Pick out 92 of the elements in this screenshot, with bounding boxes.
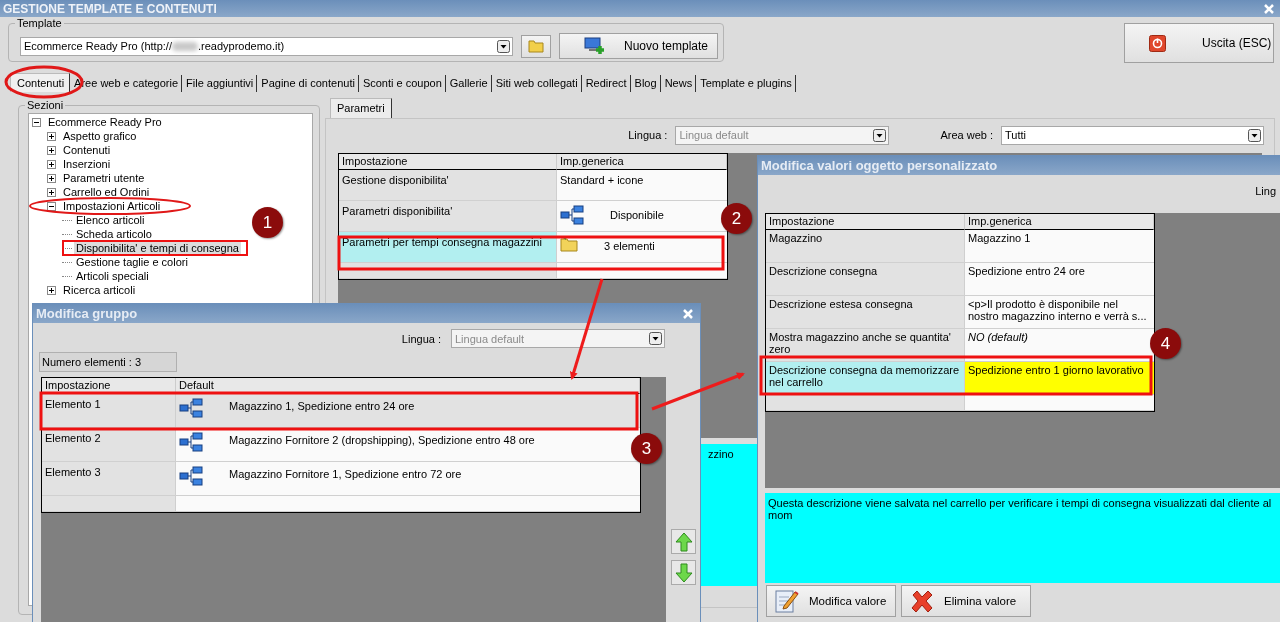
expand-icon[interactable] — [47, 145, 56, 155]
tree-item[interactable]: Gestione taglie e colori — [74, 255, 190, 269]
collapse-icon[interactable] — [32, 117, 41, 127]
new-template-button[interactable]: Nuovo template — [559, 33, 718, 59]
tab[interactable]: File aggiuntivi — [182, 75, 258, 92]
folder-icon — [528, 39, 544, 53]
expand-icon[interactable] — [47, 131, 56, 141]
blurred-text — [171, 41, 198, 51]
exit-button[interactable]: Uscita (ESC) — [1124, 23, 1274, 63]
caret-icon — [1248, 128, 1261, 142]
folder-icon — [560, 236, 578, 252]
table-cell: <p>Il prodotto è disponibile nel nostro magazzino interno e verrà s... — [965, 296, 1154, 329]
caret-icon — [873, 128, 887, 142]
table-cell: Descrizione consegna — [766, 263, 965, 296]
expand-icon[interactable] — [47, 173, 56, 183]
hierarchy-icon — [179, 398, 203, 418]
template-dropdown[interactable]: Ecommerce Ready Pro (http:// .readyprodemo.it) — [20, 36, 513, 56]
table-cell: Magazzino 1, Spedizione entro 24 ore — [176, 394, 640, 428]
table-cell: Magazzino — [766, 230, 965, 263]
caret-icon — [497, 39, 510, 53]
column-header: Imp.generica — [965, 214, 1154, 230]
hierarchy-icon — [179, 466, 203, 486]
table-cell: Spedizione entro 24 ore — [965, 263, 1154, 296]
tree-item[interactable]: Aspetto grafico — [61, 129, 139, 143]
edit-button[interactable]: Modifica valore — [766, 585, 896, 617]
table-cell: NO (default) — [965, 329, 1154, 362]
table-cell: Standard + icone — [557, 170, 727, 201]
table-cell: Elemento 1 — [42, 394, 176, 428]
expand-icon[interactable] — [47, 187, 56, 197]
dialog-title: Modifica valori oggetto personalizzato — [761, 158, 998, 173]
arrow-down-icon — [674, 562, 693, 583]
tree-item[interactable]: Contenuti — [61, 143, 113, 157]
tree-item[interactable]: Carrello ed Ordini — [61, 185, 152, 199]
expand-icon[interactable] — [47, 285, 56, 295]
tab[interactable]: Siti web collegati — [491, 75, 582, 92]
table-cell: Descrizione consegna da memorizzare nel carrello — [766, 362, 965, 395]
tree-item[interactable]: Articoli speciali — [74, 269, 151, 283]
area-dropdown[interactable]: Tutti — [1001, 125, 1264, 145]
dialog-title: Modifica gruppo — [36, 306, 138, 321]
table-cell: Spedizione entro 1 giorno lavorativo — [965, 362, 1154, 395]
close-icon[interactable] — [682, 307, 694, 320]
table-cell: Elemento 3 — [42, 462, 176, 496]
close-icon[interactable] — [1262, 1, 1276, 16]
column-header: Impostazione — [339, 154, 557, 170]
collapse-icon[interactable] — [47, 201, 56, 211]
tree-item[interactable]: Scheda articolo — [74, 227, 154, 241]
tab[interactable]: News — [660, 75, 697, 92]
area-label: Area web : — [940, 129, 993, 141]
language-label: Lingua : — [628, 129, 668, 141]
table-cell: Parametri disponibilita' — [339, 201, 557, 232]
table-cell: Gestione disponibilita' — [339, 170, 557, 201]
table-cell: Disponibile — [557, 201, 727, 232]
cross-icon — [910, 589, 934, 613]
column-header: Impostazione — [766, 214, 965, 230]
group-label: Template — [15, 17, 64, 29]
language-label: Lingua : — [401, 332, 441, 345]
arrow-up-icon — [674, 531, 693, 552]
tree-item[interactable]: Parametri utente — [61, 171, 147, 185]
element-count: Numero elementi : 3 — [39, 352, 177, 372]
caret-icon — [649, 332, 662, 345]
move-up-button[interactable] — [671, 529, 696, 554]
power-icon — [1149, 34, 1166, 52]
monitor-plus-icon — [584, 37, 606, 55]
column-header: Imp.generica — [557, 154, 727, 170]
tab[interactable]: Sconti e coupon — [358, 75, 446, 92]
expand-icon[interactable] — [47, 159, 56, 169]
table-cell: Mostra magazzino anche se quantita' zero — [766, 329, 965, 362]
tab[interactable]: Gallerie — [445, 75, 492, 92]
tab[interactable]: Pagine di contenuti — [257, 75, 359, 92]
window-title: GESTIONE TEMPLATE E CONTENUTI — [3, 1, 217, 16]
delete-button[interactable]: Elimina valore — [901, 585, 1031, 617]
tree-item[interactable]: Impostazioni Articoli — [61, 199, 163, 213]
table-cell: Magazzino Fornitore 1, Spedizione entro 72 ore — [176, 462, 640, 496]
language-label: Ling — [1255, 185, 1276, 199]
hierarchy-icon — [179, 432, 203, 452]
tab[interactable]: Contenuti — [10, 73, 71, 92]
pencil-document-icon — [775, 588, 799, 614]
tree-item[interactable]: Elenco articoli — [74, 213, 147, 227]
hierarchy-icon — [560, 205, 584, 225]
description-text: Questa descrizione viene salvata nel carrello per verificare i tempi di consegna visualizzati dal cliente al mom — [768, 497, 1272, 521]
move-down-button[interactable] — [671, 560, 696, 585]
tab[interactable]: Redirect — [581, 75, 631, 92]
tree-item[interactable]: Ecommerce Ready Pro — [46, 115, 164, 129]
table-cell: Descrizione estesa consegna — [766, 296, 965, 329]
tree-item[interactable]: Inserzioni — [61, 157, 113, 171]
tree-item[interactable]: Ricerca articoli — [61, 283, 138, 297]
group-label: Sezioni — [25, 99, 66, 111]
tab[interactable]: Parametri — [330, 98, 392, 118]
description-text: zzino — [708, 448, 734, 460]
table-cell: Magazzino 1 — [965, 230, 1154, 263]
tab[interactable]: Blog — [630, 75, 661, 92]
tab[interactable]: Template e plugins — [696, 75, 796, 92]
